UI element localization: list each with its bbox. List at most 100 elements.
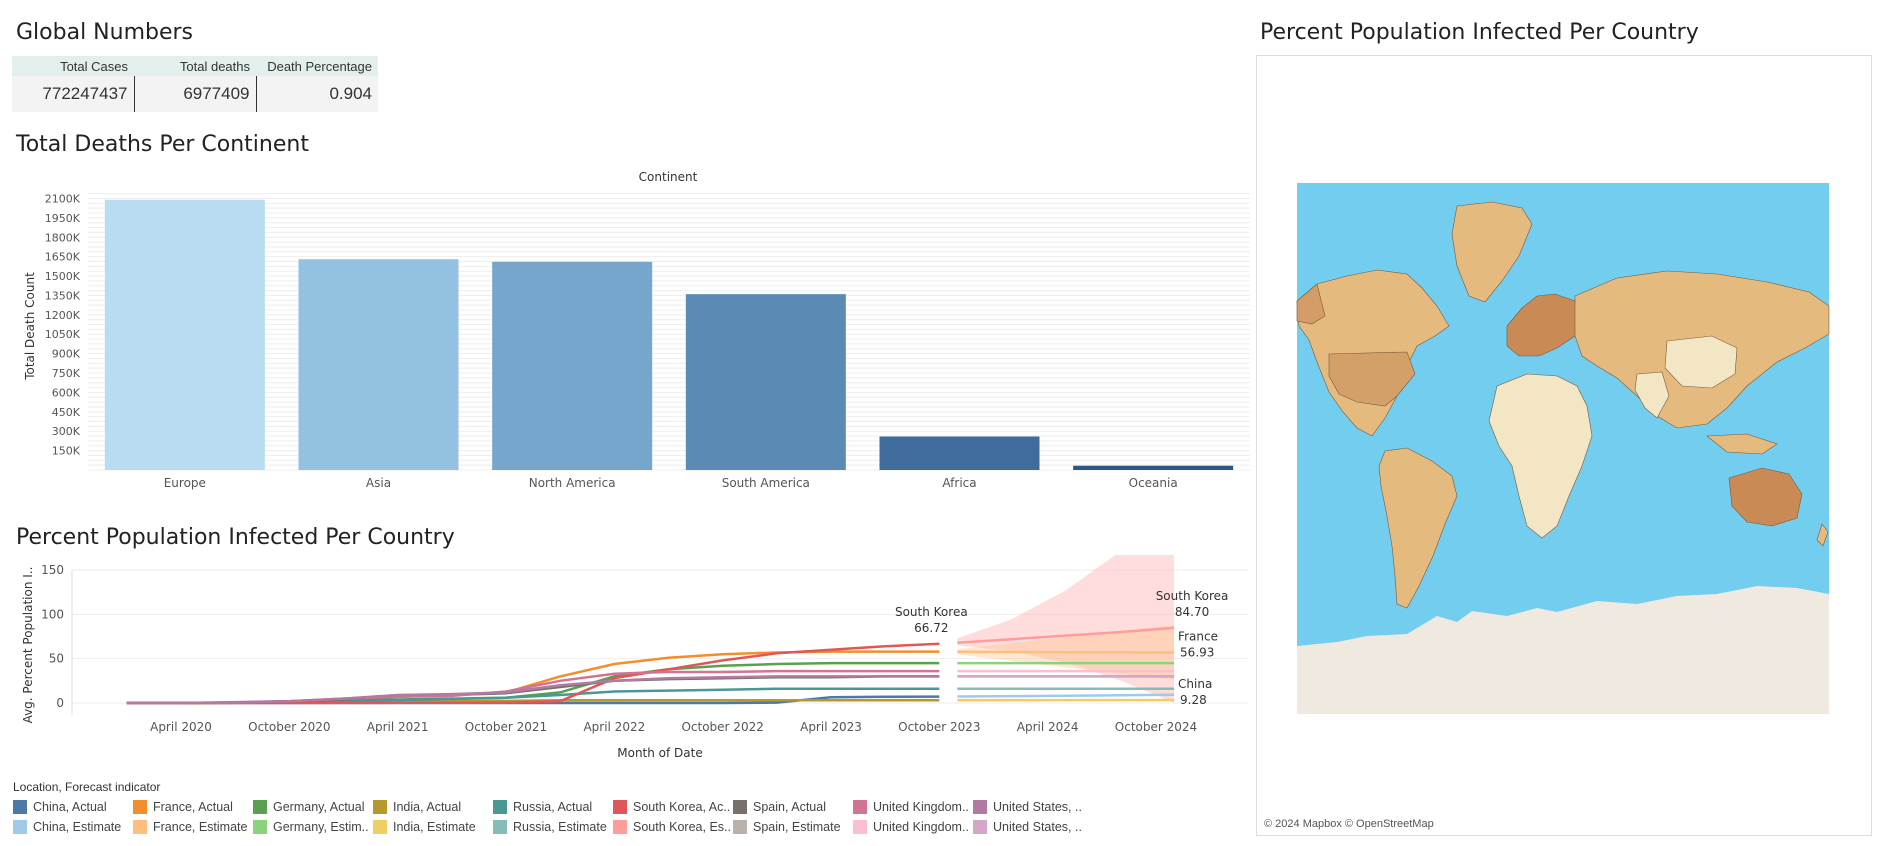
legend-item[interactable]: France, Estimate [133, 817, 253, 837]
bar-europe[interactable] [104, 199, 265, 470]
map-title: Percent Population Infected Per Country [1260, 20, 1699, 45]
line-y-tick-label: 100 [41, 607, 64, 621]
line-y-tick-label: 0 [56, 696, 64, 710]
continent-bar-chart[interactable]: Continent Total Death Count 150K 300K 450K… [0, 160, 1250, 530]
bar-asia[interactable] [298, 259, 459, 470]
legend-item[interactable]: United States, .. [973, 797, 1093, 817]
bar-y-tick-label: 900K [52, 348, 81, 361]
bar-north-america[interactable] [492, 261, 653, 470]
line-y-tick-label: 50 [49, 652, 64, 666]
mark-label-name: South Korea [895, 605, 968, 619]
bar-series [104, 199, 1234, 470]
legend-item[interactable]: South Korea, Ac.. [613, 797, 733, 817]
legend-label: Russia, Actual [513, 800, 593, 814]
legend-swatch [853, 820, 867, 834]
legend-label: India, Estimate [393, 820, 476, 834]
bar-x-tick-label: Oceania [1129, 476, 1178, 490]
kpi-death-percentage: 0.904 [256, 76, 378, 112]
line-china-estimate[interactable] [957, 693, 1175, 698]
legend-item[interactable]: Spain, Actual [733, 797, 853, 817]
legend-swatch [13, 820, 27, 834]
line-y-tick-label: 150 [41, 563, 64, 577]
line-x-tick-label: October 2022 [681, 720, 763, 734]
mark-label-value: 84.70 [1175, 605, 1209, 619]
bar-y-tick-label: 300K [52, 425, 81, 438]
legend-swatch [13, 800, 27, 814]
legend-item[interactable]: Russia, Actual [493, 797, 613, 817]
global-numbers-title: Global Numbers [16, 20, 194, 45]
legend-label: India, Actual [393, 800, 462, 814]
line-chart-title: Percent Population Infected Per Country [16, 525, 455, 550]
mark-label-value: 66.72 [914, 621, 948, 635]
legend-item[interactable]: China, Actual [13, 797, 133, 817]
legend-swatch [973, 820, 987, 834]
global-numbers-table: Total Cases Total deaths Death Percentag… [12, 56, 378, 112]
legend-item[interactable]: United States, .. [973, 817, 1093, 837]
kpi-total-cases: 772247437 [12, 76, 135, 112]
legend-label: Germany, Actual [273, 800, 365, 814]
legend-item[interactable]: France, Actual [133, 797, 253, 817]
kpi-header-total-cases: Total Cases [12, 56, 134, 76]
legend-item[interactable]: Germany, Actual [253, 797, 373, 817]
legend-swatch [133, 800, 147, 814]
line-x-tick-label: October 2021 [465, 720, 547, 734]
line-x-tick-label: October 2020 [248, 720, 330, 734]
legend-swatch [373, 820, 387, 834]
bar-y-tick-label: 150K [52, 445, 81, 458]
legend-label: Germany, Estim.. [273, 820, 369, 834]
bar-x-tick-label: Africa [942, 476, 976, 490]
bar-y-axis-title: Total Death Count [23, 272, 37, 381]
bar-x-tick-label: North America [529, 476, 616, 490]
line-x-tick-label: April 2024 [1017, 720, 1079, 734]
legend-item[interactable]: China, Estimate [13, 817, 133, 837]
bar-y-tick-label: 450K [52, 406, 81, 419]
legend-label: China, Estimate [33, 820, 122, 834]
legend-swatch [493, 800, 507, 814]
world-map[interactable] [1257, 56, 1871, 835]
bar-y-tick-label: 1950K [45, 212, 81, 225]
legend-swatch [133, 820, 147, 834]
legend-item[interactable]: Spain, Estimate [733, 817, 853, 837]
kpi-header-total-deaths: Total deaths [134, 56, 256, 76]
bar-x-tick-label: Europe [164, 476, 206, 490]
legend-label: South Korea, Es.. [633, 820, 731, 834]
legend-item[interactable]: United Kingdom.. [853, 797, 973, 817]
line-y-ticks: 0 50 100 150 [41, 563, 64, 710]
line-x-ticks: April 2020 October 2020 April 2021 October … [150, 720, 1197, 734]
legend-item[interactable]: South Korea, Es.. [613, 817, 733, 837]
legend-item[interactable]: India, Actual [373, 797, 493, 817]
line-x-tick-label: April 2023 [800, 720, 862, 734]
bar-y-tick-label: 1650K [45, 251, 81, 264]
bar-africa[interactable] [879, 436, 1040, 470]
legend-label: Spain, Actual [753, 800, 826, 814]
map-credit: © 2024 Mapbox © OpenStreetMap [1264, 818, 1434, 830]
mark-label-value: 9.28 [1180, 693, 1207, 707]
legend-item[interactable]: India, Estimate [373, 817, 493, 837]
legend-label: United States, .. [993, 800, 1082, 814]
bar-y-tick-label: 2100K [45, 192, 81, 205]
bar-y-tick-label: 1500K [45, 270, 81, 283]
legend-item[interactable]: Germany, Estim.. [253, 817, 373, 837]
bar-oceania[interactable] [1073, 465, 1234, 470]
bar-x-ticks: Europe Asia North America South America Afri… [164, 476, 1178, 490]
mark-label-name: France [1178, 630, 1218, 644]
legend-label: United Kingdom.. [873, 820, 969, 834]
legend-label: France, Estimate [153, 820, 248, 834]
line-y-axis-title: Avg. Percent Population I.. [21, 567, 35, 724]
infection-line-chart[interactable]: Avg. Percent Population I.. Month of Dat… [0, 555, 1250, 780]
line-x-axis-title: Month of Date [617, 746, 703, 760]
line-x-tick-label: April 2021 [367, 720, 429, 734]
line-france-estimate[interactable] [957, 650, 1175, 654]
legend-swatch [373, 800, 387, 814]
legend-item[interactable]: United Kingdom.. [853, 817, 973, 837]
line-x-tick-label: April 2020 [150, 720, 212, 734]
legend-swatch [733, 820, 747, 834]
legend-item[interactable]: Russia, Estimate [493, 817, 613, 837]
mark-label-name: China [1178, 677, 1212, 691]
map-panel[interactable] [1256, 55, 1872, 836]
legend-label: United States, .. [993, 820, 1082, 834]
mark-label-name: South Korea [1156, 589, 1229, 603]
legend-swatch [493, 820, 507, 834]
legend-label: Russia, Estimate [513, 820, 607, 834]
bar-south-america[interactable] [685, 294, 846, 470]
